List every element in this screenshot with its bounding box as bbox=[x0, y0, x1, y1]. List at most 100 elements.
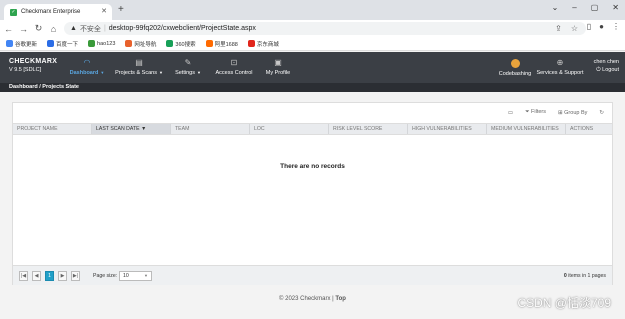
address-bar[interactable]: ▲ 不安全 | desktop-99fq202/cxwebclient/Proj… bbox=[64, 22, 586, 35]
checkmarx-icon: ✓ bbox=[10, 8, 17, 16]
first-page-button[interactable]: |◀ bbox=[19, 271, 28, 281]
lock-icon: ⊡ bbox=[230, 58, 238, 67]
column-header[interactable]: LOC bbox=[250, 124, 329, 134]
top-link[interactable]: Top bbox=[335, 296, 346, 302]
column-header[interactable]: MEDIUM VULNERABILITIES bbox=[487, 124, 566, 134]
nav-profile-label: My Profile bbox=[265, 70, 291, 76]
profile-icon[interactable]: ● bbox=[599, 22, 604, 31]
bookmark-label: 360搜索 bbox=[175, 41, 196, 48]
grid-toolbar: ▭ ⏷ Filters ⊞ Group By ↻ bbox=[508, 109, 604, 116]
wrench-icon: ✎ bbox=[184, 58, 192, 67]
browser-tab-bar: ✓ Checkmarx Enterprise ✕ + ⌄ – ▢ ✕ bbox=[0, 0, 625, 20]
filters-button[interactable]: ⏷ Filters bbox=[525, 109, 546, 116]
nav-label-text: Dashboard bbox=[69, 70, 99, 76]
column-label: TEAM bbox=[175, 126, 190, 132]
chevron-down-icon[interactable]: ⌄ bbox=[552, 3, 559, 12]
nav-label-text: Settings bbox=[175, 70, 195, 76]
url-text[interactable]: desktop-99fq202/cxwebclient/ProjectState… bbox=[109, 25, 256, 32]
empty-message: There are no records bbox=[280, 163, 345, 170]
refresh-icon[interactable]: ↻ bbox=[599, 110, 604, 116]
bookmark-item[interactable]: hao123 bbox=[88, 40, 115, 47]
bookmark-icon bbox=[166, 40, 174, 47]
menu-icon[interactable]: ⋮ bbox=[612, 22, 620, 31]
column-header[interactable]: RISK LEVEL SCORE bbox=[329, 124, 408, 134]
nav-projects-scans[interactable]: ▤ Projects & Scans ▼ bbox=[112, 52, 166, 83]
bookmark-item[interactable]: 百度一下 bbox=[47, 40, 78, 48]
warning-icon: ▲ bbox=[70, 25, 77, 32]
logout-label: Logout bbox=[602, 67, 619, 73]
insecure-label: 不安全 bbox=[79, 25, 101, 33]
reload-icon[interactable]: ↻ bbox=[32, 23, 45, 34]
watermark: CSDN @恬淡709 bbox=[517, 296, 611, 310]
services-support-link[interactable]: ⊕ Services & Support bbox=[536, 52, 584, 83]
logout-link[interactable]: ⏻ Logout bbox=[594, 66, 619, 74]
sidebar-icon[interactable]: ▯ bbox=[587, 22, 591, 31]
user-name: chen chen bbox=[593, 59, 619, 65]
bookmark-label: 京东商城 bbox=[256, 41, 279, 48]
page-size-value: 10 bbox=[123, 273, 129, 279]
power-icon: ⏻ bbox=[596, 67, 601, 73]
column-label: HIGH VULNERABILITIES bbox=[412, 126, 472, 132]
column-header[interactable]: PROJECT NAME bbox=[13, 124, 92, 134]
clipboard-icon: ▤ bbox=[135, 58, 143, 67]
home-icon[interactable]: ⌂ bbox=[47, 24, 60, 34]
column-header-sorted[interactable]: LAST SCAN DATE ▼ bbox=[92, 124, 171, 134]
column-label: LAST SCAN DATE bbox=[96, 126, 140, 132]
bookmark-item[interactable]: 网址导航 bbox=[125, 40, 156, 48]
grid-header: PROJECT NAME LAST SCAN DATE ▼ TEAM LOC R… bbox=[13, 123, 612, 135]
back-icon[interactable]: ← bbox=[2, 24, 15, 34]
bookmark-item[interactable]: 360搜索 bbox=[166, 40, 196, 48]
column-label: LOC bbox=[254, 126, 265, 132]
projects-grid: ▭ ⏷ Filters ⊞ Group By ↻ PROJECT NAME LA… bbox=[12, 102, 613, 285]
column-header[interactable]: HIGH VULNERABILITIES bbox=[408, 124, 487, 134]
bookmark-icon bbox=[205, 40, 213, 47]
photo-icon: ▣ bbox=[274, 58, 282, 67]
gauge-icon: ◠ bbox=[83, 58, 91, 67]
bookmark-label: hao123 bbox=[97, 40, 116, 47]
sort-down-icon: ▼ bbox=[141, 126, 147, 132]
new-tab-button[interactable]: + bbox=[118, 4, 124, 15]
bookmark-label: 谷歌更新 bbox=[15, 41, 38, 48]
last-page-button[interactable]: ▶| bbox=[71, 271, 80, 281]
share-icon[interactable]: ⇪ bbox=[555, 22, 562, 35]
nav-access-label: Access Control bbox=[215, 70, 253, 76]
bookmark-item[interactable]: 阿里1688 bbox=[205, 40, 238, 48]
minimize-icon[interactable]: – bbox=[572, 3, 576, 12]
column-header[interactable]: TEAM bbox=[171, 124, 250, 134]
forward-icon[interactable]: → bbox=[17, 24, 30, 34]
current-page-button[interactable]: 1 bbox=[45, 271, 54, 281]
nav-my-profile[interactable]: ▣ My Profile bbox=[262, 52, 294, 83]
group-by-button[interactable]: ⊞ Group By bbox=[558, 110, 587, 116]
items-info: 0 items in 1 pages bbox=[564, 273, 606, 279]
nav-settings-label: Settings ▼ bbox=[175, 70, 201, 76]
close-window-icon[interactable]: ✕ bbox=[612, 3, 619, 12]
column-header: ACTIONS bbox=[566, 124, 612, 134]
codebashing-link[interactable]: Codebashing bbox=[496, 52, 534, 83]
star-icon[interactable]: ☆ bbox=[571, 22, 578, 35]
nav-label-text: Projects & Scans bbox=[115, 70, 157, 76]
filters-label: Filters bbox=[531, 109, 547, 115]
prev-page-button[interactable]: ◀ bbox=[32, 271, 41, 281]
logo-name: CHECKMARX bbox=[9, 58, 58, 65]
group-icon: ⊞ bbox=[558, 109, 563, 116]
bookmarks-bar: 谷歌更新 百度一下 hao123 网址导航 360搜索 阿里1688 京东商城 bbox=[0, 37, 625, 51]
bookmark-item[interactable]: 谷歌更新 bbox=[6, 40, 37, 48]
breadcrumb: Dashboard / Projects State bbox=[0, 83, 625, 92]
bookmark-label: 网址导航 bbox=[134, 41, 157, 48]
page-size-select[interactable]: 10 ▼ bbox=[119, 271, 152, 281]
maximize-icon[interactable]: ▢ bbox=[591, 3, 599, 12]
omnibox-icons: ⇪ ☆ bbox=[555, 22, 578, 35]
caret-down-icon: ▼ bbox=[100, 70, 105, 75]
next-page-button[interactable]: ▶ bbox=[58, 271, 67, 281]
nav-settings[interactable]: ✎ Settings ▼ bbox=[170, 52, 206, 83]
browser-tab[interactable]: ✓ Checkmarx Enterprise ✕ bbox=[4, 4, 112, 20]
nav-access-control[interactable]: ⊡ Access Control bbox=[212, 52, 256, 83]
codebashing-label: Codebashing bbox=[498, 70, 532, 77]
pager: |◀ ◀ 1 ▶ ▶| Page size: 10 ▼ 0 items in 1… bbox=[13, 265, 612, 285]
nav-dashboard[interactable]: ◠ Dashboard ▼ bbox=[64, 52, 110, 83]
logo[interactable]: CHECKMARX V 9.5 [SDLC] bbox=[9, 58, 57, 73]
bookmark-item[interactable]: 京东商城 bbox=[247, 40, 279, 48]
close-icon[interactable]: ✕ bbox=[101, 7, 107, 15]
funnel-icon: ⏷ bbox=[525, 109, 530, 115]
export-icon[interactable]: ▭ bbox=[508, 110, 513, 116]
